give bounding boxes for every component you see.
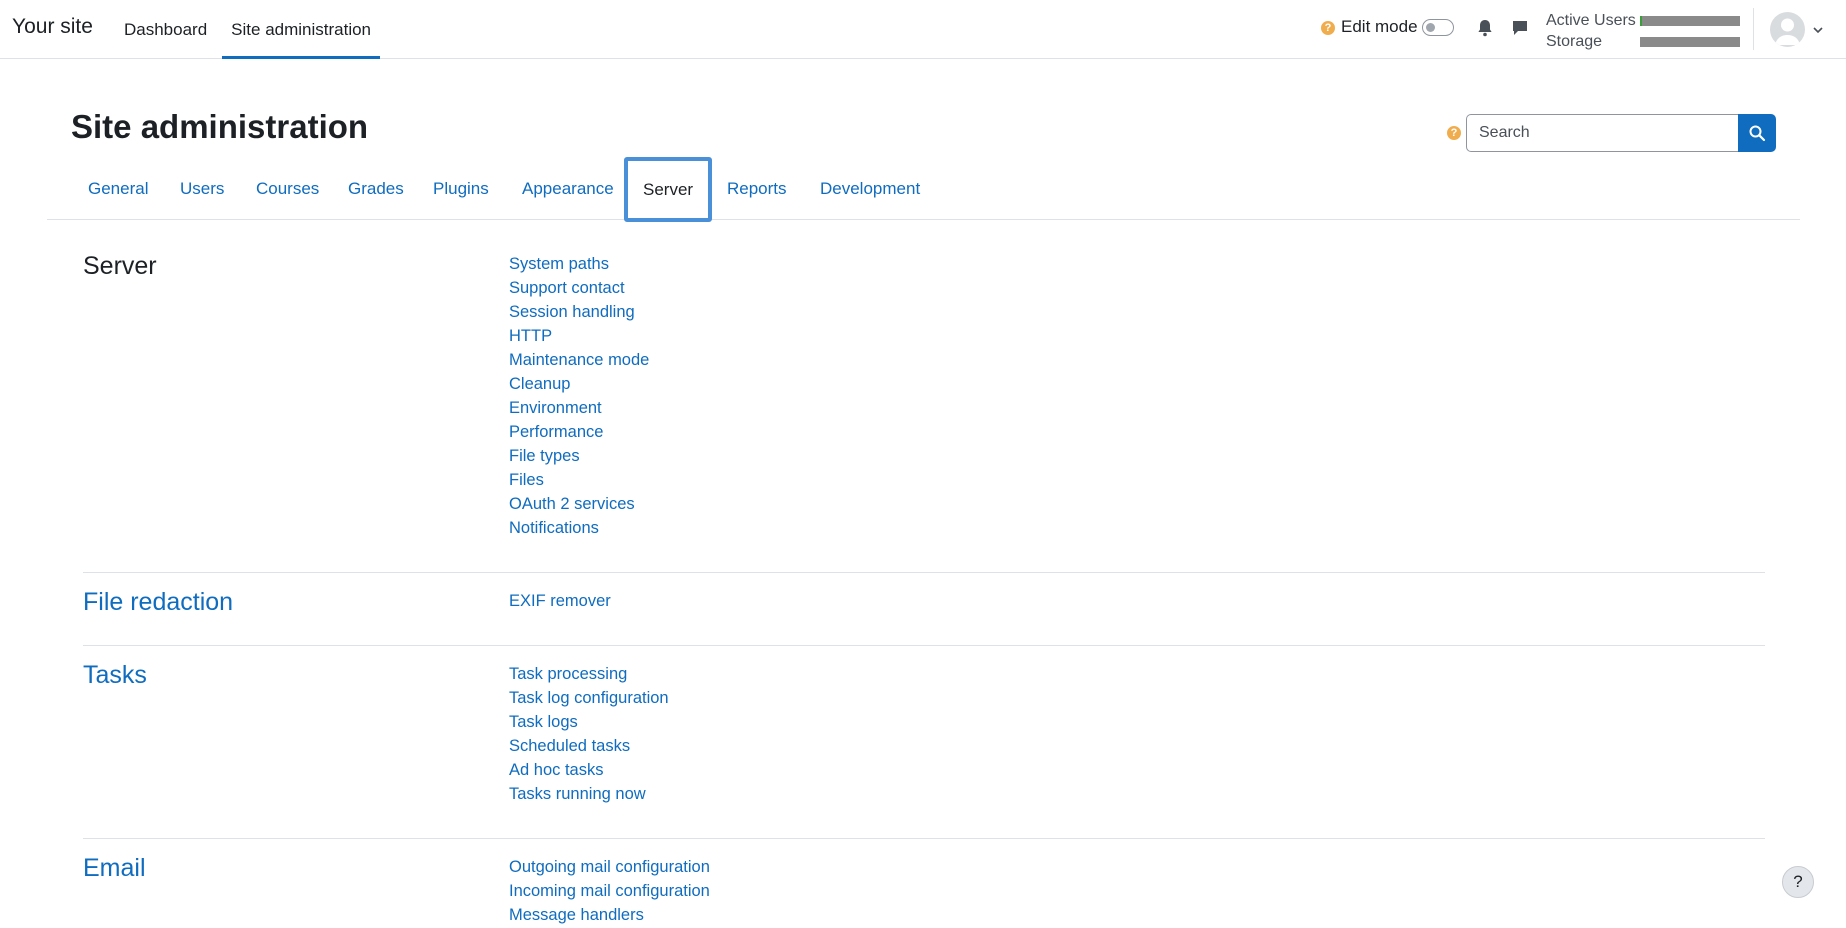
active-users-label: Active Users	[1546, 12, 1636, 29]
admin-link-item: Ad hoc tasks	[509, 758, 669, 782]
admin-link-item: Files	[509, 468, 649, 492]
edit-mode-label: Edit mode	[1341, 17, 1418, 36]
storage-bar	[1640, 37, 1740, 47]
admin-link[interactable]: Incoming mail configuration	[509, 882, 710, 900]
admin-link-item: System paths	[509, 252, 649, 276]
admin-link[interactable]: Ad hoc tasks	[509, 761, 603, 779]
admin-link[interactable]: Cleanup	[509, 375, 570, 393]
admin-link[interactable]: Scheduled tasks	[509, 737, 630, 755]
bell-icon[interactable]	[1474, 17, 1496, 39]
user-avatar[interactable]	[1770, 12, 1805, 47]
admin-link[interactable]: OAuth 2 services	[509, 495, 635, 513]
admin-link[interactable]: Tasks running now	[509, 785, 646, 803]
admin-tabs: General Users Courses Grades Plugins App…	[47, 157, 1800, 222]
edit-mode-toggle[interactable]	[1422, 19, 1454, 36]
section-links-tasks: Task processing Task log configuration Tas…	[509, 662, 669, 806]
admin-link[interactable]: Performance	[509, 423, 603, 441]
admin-link-item: Notifications	[509, 516, 649, 540]
section-links-email: Outgoing mail configuration Incoming mail…	[509, 855, 710, 927]
admin-link[interactable]: System paths	[509, 255, 609, 273]
page-help-button[interactable]: ?	[1782, 866, 1814, 898]
tab-users[interactable]: Users	[162, 157, 242, 220]
usage-labels: Active Users Storage	[1546, 10, 1636, 52]
tab-plugins[interactable]: Plugins	[415, 157, 507, 220]
active-users-bar-fill	[1640, 16, 1642, 26]
admin-link-item: Task log configuration	[509, 686, 669, 710]
top-navbar: Your site Dashboard Site administration …	[0, 0, 1846, 59]
section-title-server: Server	[83, 252, 157, 280]
active-users-bar	[1640, 16, 1740, 26]
admin-link[interactable]: HTTP	[509, 327, 552, 345]
storage-label: Storage	[1546, 33, 1603, 50]
section-title-email[interactable]: Email	[83, 854, 146, 883]
tab-appearance[interactable]: Appearance	[504, 157, 632, 220]
admin-link-item: OAuth 2 services	[509, 492, 649, 516]
admin-link-item: Message handlers	[509, 903, 710, 927]
admin-link-item: Cleanup	[509, 372, 649, 396]
section-title-file-redaction[interactable]: File redaction	[83, 588, 233, 617]
toggle-knob	[1426, 23, 1435, 32]
admin-link-item: Incoming mail configuration	[509, 879, 710, 903]
admin-link-item: Environment	[509, 396, 649, 420]
admin-link[interactable]: File types	[509, 447, 580, 465]
admin-link[interactable]: Files	[509, 471, 544, 489]
admin-link[interactable]: Session handling	[509, 303, 635, 321]
admin-link-item: HTTP	[509, 324, 649, 348]
site-brand-link[interactable]: Your site	[12, 15, 93, 39]
messages-icon[interactable]	[1509, 17, 1531, 39]
edit-mode-help-icon[interactable]: ?	[1321, 21, 1335, 35]
admin-link-item: Tasks running now	[509, 782, 669, 806]
search-help-icon[interactable]: ?	[1447, 126, 1461, 140]
admin-search-input[interactable]	[1466, 114, 1738, 152]
nav-item-dashboard[interactable]: Dashboard	[115, 0, 216, 59]
section-email: Email Outgoing mail configuration Incomin…	[83, 838, 1765, 924]
nav-item-site-administration[interactable]: Site administration	[222, 0, 381, 59]
navbar-divider	[1753, 8, 1754, 50]
page-title: Site administration	[71, 108, 369, 145]
admin-link[interactable]: Message handlers	[509, 906, 644, 924]
tab-development[interactable]: Development	[802, 157, 938, 220]
admin-link-item: Outgoing mail configuration	[509, 855, 710, 879]
tab-courses[interactable]: Courses	[238, 157, 337, 220]
section-title-tasks[interactable]: Tasks	[83, 661, 147, 690]
admin-link[interactable]: Task log configuration	[509, 689, 669, 707]
admin-link-item: File types	[509, 444, 649, 468]
admin-link[interactable]: Notifications	[509, 519, 599, 537]
admin-link-item: EXIF remover	[509, 589, 611, 613]
section-links-server: System paths Support contact Session handl…	[509, 252, 649, 540]
admin-link-item: Support contact	[509, 276, 649, 300]
search-button[interactable]	[1738, 114, 1776, 152]
admin-link[interactable]: Maintenance mode	[509, 351, 649, 369]
admin-link-item: Session handling	[509, 300, 649, 324]
user-menu-chevron-down-icon[interactable]	[1812, 24, 1824, 36]
search-icon	[1749, 125, 1766, 142]
admin-link[interactable]: Support contact	[509, 279, 625, 297]
tab-reports[interactable]: Reports	[709, 157, 805, 220]
admin-link[interactable]: Environment	[509, 399, 602, 417]
admin-link[interactable]: Outgoing mail configuration	[509, 858, 710, 876]
tab-server[interactable]: Server	[624, 157, 713, 222]
admin-link-item: Maintenance mode	[509, 348, 649, 372]
section-tasks: Tasks Task processing Task log configurat…	[83, 645, 1765, 803]
user-silhouette-icon	[1775, 18, 1800, 45]
admin-link-item: Task logs	[509, 710, 669, 734]
admin-link-item: Task processing	[509, 662, 669, 686]
section-file-redaction: File redaction EXIF remover	[83, 572, 1765, 616]
admin-link-item: Scheduled tasks	[509, 734, 669, 758]
primary-navigation: Dashboard Site administration	[115, 0, 386, 59]
admin-link[interactable]: EXIF remover	[509, 592, 611, 610]
admin-link[interactable]: Task logs	[509, 713, 578, 731]
admin-link[interactable]: Task processing	[509, 665, 627, 683]
section-links-file-redaction: EXIF remover	[509, 589, 611, 613]
tab-general[interactable]: General	[70, 157, 166, 220]
tab-grades[interactable]: Grades	[330, 157, 422, 220]
admin-link-item: Performance	[509, 420, 649, 444]
